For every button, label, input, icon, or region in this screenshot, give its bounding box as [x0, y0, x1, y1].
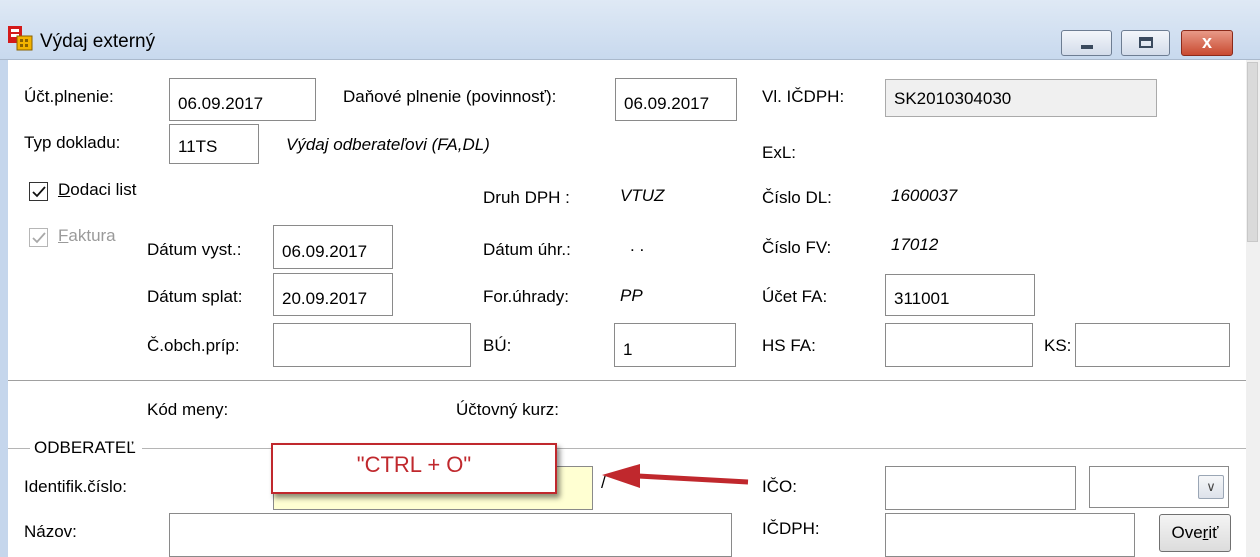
identif-cislo-label: Identifik.číslo: — [24, 477, 127, 496]
section-divider — [8, 380, 1260, 382]
typ-dokladu-description: Výdaj odberateľovi (FA,DL) — [286, 135, 490, 154]
overit-text-pre: Ove — [1171, 523, 1203, 542]
bu-label: BÚ: — [483, 336, 512, 355]
ks-field[interactable] — [1075, 323, 1230, 367]
hs-fa-label: HS FA: — [762, 336, 816, 355]
nazov-field[interactable] — [169, 513, 732, 557]
maximize-icon — [1139, 37, 1153, 48]
typ-dokladu-value: 11TS — [178, 137, 218, 156]
checkmark-icon — [32, 186, 46, 198]
for-uhrady-value: PP — [620, 286, 643, 305]
app-icon — [8, 26, 33, 51]
uct-plnenie-value: 06.09.2017 — [178, 94, 264, 113]
close-icon: x — [1201, 32, 1212, 52]
druh-dph-label: Druh DPH : — [483, 188, 570, 207]
maximize-button[interactable] — [1121, 30, 1170, 56]
c-obch-prip-field[interactable] — [273, 323, 471, 367]
close-button[interactable]: x — [1181, 30, 1233, 56]
ico-label: IČO: — [762, 477, 797, 496]
dropdown-button[interactable]: ∨ — [1198, 475, 1224, 499]
window-title: Výdaj externý — [40, 31, 156, 52]
uct-plnenie-label: Účt.plnenie: — [24, 87, 114, 106]
kod-meny-label: Kód meny: — [147, 400, 229, 419]
faktura-checkbox[interactable] — [29, 228, 48, 247]
title-bar[interactable]: Výdaj externý x — [0, 0, 1260, 60]
dodaci-list-text: odaci list — [70, 180, 137, 199]
nazov-label: Názov: — [24, 522, 77, 541]
arrow-left-icon — [602, 464, 749, 488]
overit-button[interactable]: Overiť — [1159, 514, 1231, 552]
shortcut-callout: "CTRL + O" — [271, 443, 557, 494]
cislo-dl-label: Číslo DL: — [762, 188, 832, 207]
druh-dph-value: VTUZ — [620, 186, 665, 205]
typ-dokladu-field[interactable]: 11TS — [169, 124, 259, 164]
datum-uhr-value: . . — [630, 236, 645, 255]
exl-label: ExL: — [762, 143, 797, 162]
ucet-fa-value: 311001 — [894, 289, 950, 308]
vl-icdph-value: SK2010304030 — [894, 88, 1012, 108]
cislo-fv-value: 17012 — [891, 235, 939, 254]
uct-plnenie-field[interactable]: 06.09.2017 — [169, 78, 316, 121]
cislo-fv-label: Číslo FV: — [762, 238, 832, 257]
bu-value: 1 — [623, 340, 633, 359]
chevron-down-icon: ∨ — [1206, 479, 1216, 494]
typ-dokladu-label: Typ dokladu: — [24, 133, 121, 152]
faktura-text: aktura — [68, 226, 116, 245]
ucet-fa-field[interactable]: 311001 — [885, 274, 1035, 316]
dodaci-list-mnemonic: D — [58, 180, 71, 199]
datum-vyst-label: Dátum vyst.: — [147, 240, 242, 259]
odberatel-group-label: ODBERATEĽ — [30, 438, 142, 458]
minimize-icon — [1081, 45, 1093, 49]
danove-plnenie-field[interactable]: 06.09.2017 — [615, 78, 737, 121]
hs-fa-field[interactable] — [885, 323, 1033, 367]
vl-icdph-label: Vl. IČDPH: — [762, 87, 845, 106]
faktura-mnemonic: F — [58, 226, 69, 245]
window-frame-left — [0, 60, 8, 557]
ks-label: KS: — [1044, 336, 1072, 355]
ucet-fa-label: Účet FA: — [762, 287, 828, 306]
bu-field[interactable]: 1 — [614, 323, 736, 367]
uctovny-kurz-label: Účtovný kurz: — [456, 400, 559, 419]
datum-vyst-field[interactable]: 06.09.2017 — [273, 225, 393, 269]
icdph-field[interactable] — [885, 513, 1135, 557]
danove-plnenie-label: Daňové plnenie (povinnosť): — [343, 87, 557, 106]
c-obch-prip-label: Č.obch.príp: — [147, 336, 240, 355]
checkmark-icon — [32, 232, 46, 244]
ico-field[interactable] — [885, 466, 1076, 510]
datum-uhr-label: Dátum úhr.: — [483, 240, 571, 259]
vl-icdph-field: SK2010304030 — [885, 79, 1157, 117]
cislo-dl-value: 1600037 — [891, 186, 958, 205]
datum-splat-label: Dátum splat: — [147, 287, 243, 306]
datum-splat-value: 20.09.2017 — [282, 289, 368, 308]
danove-plnenie-value: 06.09.2017 — [624, 94, 710, 113]
scrollbar-thumb[interactable] — [1247, 62, 1258, 242]
datum-vyst-value: 06.09.2017 — [282, 242, 368, 261]
dodaci-list-label[interactable]: Dodaci list — [58, 180, 136, 200]
icdph-label: IČDPH: — [762, 519, 820, 538]
faktura-label: Faktura — [58, 226, 116, 246]
datum-splat-field[interactable]: 20.09.2017 — [273, 273, 393, 316]
overit-text-post: iť — [1208, 523, 1219, 542]
minimize-button[interactable] — [1061, 30, 1112, 56]
odberatel-group-border — [8, 448, 1260, 449]
ico-dropdown[interactable]: ∨ — [1089, 466, 1229, 508]
dodaci-list-checkbox[interactable] — [29, 182, 48, 201]
for-uhrady-label: For.úhrady: — [483, 287, 569, 306]
